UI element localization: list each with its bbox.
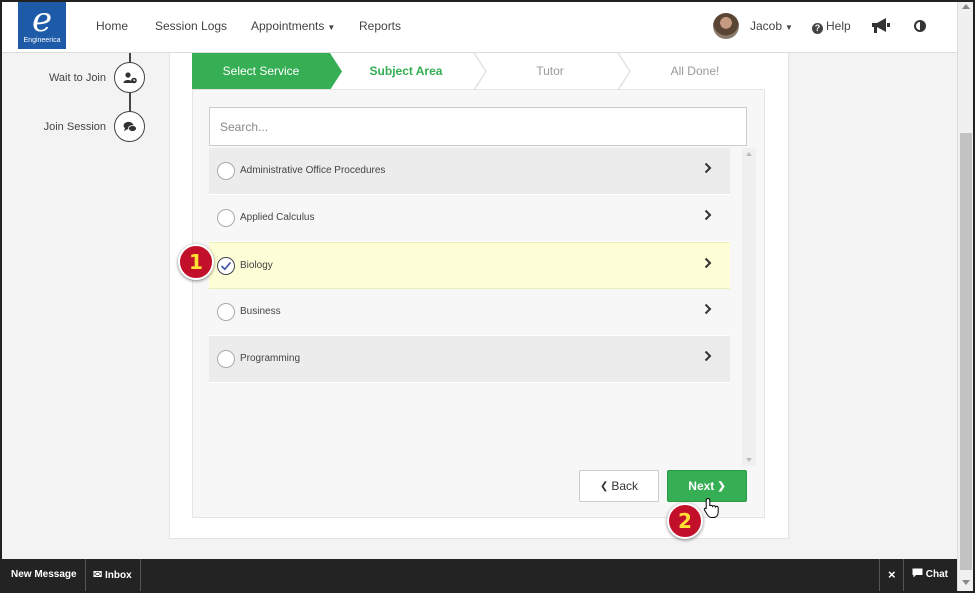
list-scrollbar[interactable]	[742, 148, 756, 466]
envelope-icon: ✉	[93, 569, 103, 581]
caret-down-icon: ▼	[327, 23, 336, 32]
contrast-icon[interactable]	[914, 20, 926, 32]
user-avatar[interactable]	[713, 13, 739, 39]
subject-list: Administrative Office Procedures Applied…	[209, 148, 730, 383]
chevron-left-icon: ❮	[599, 480, 609, 492]
tab-subject-area[interactable]: Subject Area	[342, 53, 470, 90]
inbox-label: Inbox	[105, 570, 132, 581]
radio-button-checked[interactable]	[217, 257, 235, 275]
logo-text: Engineerica	[23, 37, 61, 44]
radio-button[interactable]	[217, 162, 235, 180]
logo-glyph: e	[31, 0, 53, 40]
callout-badge-1: 1	[178, 244, 214, 280]
caret-down-icon: ▼	[785, 23, 793, 32]
step-connector	[129, 93, 131, 111]
nav-session-logs[interactable]: Session Logs	[155, 19, 227, 33]
subject-label: Business	[240, 306, 281, 317]
help-link[interactable]: ? Help	[812, 19, 851, 34]
scroll-down-icon[interactable]	[746, 458, 752, 462]
search-input[interactable]	[209, 107, 747, 146]
nav-appointments[interactable]: Appointments ▼	[251, 19, 335, 33]
chevron-right-icon	[704, 303, 712, 315]
step-label-join: Join Session	[43, 121, 106, 133]
subject-label: Applied Calculus	[240, 212, 315, 223]
subject-label: Biology	[240, 260, 273, 271]
close-icon: ×	[888, 567, 896, 582]
next-label: Next	[688, 479, 715, 493]
back-button[interactable]: ❮ Back	[579, 470, 659, 502]
user-menu[interactable]: Jacob ▼	[750, 19, 793, 33]
scroll-thumb[interactable]	[960, 133, 972, 570]
radio-button[interactable]	[217, 209, 235, 227]
tab-all-done: All Done!	[670, 64, 720, 78]
new-message-button[interactable]: New Message	[3, 559, 86, 591]
list-item[interactable]: Business	[209, 289, 730, 336]
callout-badge-2: 2	[667, 503, 703, 539]
scroll-up-icon[interactable]	[746, 152, 752, 156]
chevron-right-icon	[704, 209, 712, 221]
checkmark-icon	[220, 261, 232, 271]
subject-label: Programming	[240, 353, 301, 364]
tab-select-service[interactable]: Select Service	[192, 53, 330, 90]
logo[interactable]: e Engineerica	[18, 2, 66, 49]
nav-home[interactable]: Home	[96, 19, 128, 33]
nav-appointments-label: Appointments	[251, 19, 325, 33]
chat-bubbles-icon	[114, 111, 145, 142]
list-item-selected[interactable]: Biology	[209, 242, 730, 289]
radio-button[interactable]	[217, 303, 235, 321]
chevron-right-icon	[704, 257, 712, 269]
chevron-right-icon: ❯	[717, 480, 726, 492]
list-item[interactable]: Administrative Office Procedures	[209, 148, 730, 195]
chevron-right-icon	[704, 162, 712, 174]
user-name: Jacob	[750, 19, 783, 33]
list-item[interactable]: Programming	[209, 336, 730, 383]
top-navbar: e Engineerica Home Session Logs Appointm…	[0, 0, 957, 53]
hand-cursor-icon	[703, 497, 719, 518]
chevron-right-icon	[704, 350, 712, 362]
help-icon: ?	[812, 23, 823, 34]
bottom-bar: New Message ✉ Inbox × Chat	[0, 559, 957, 591]
chat-button[interactable]: Chat	[903, 559, 956, 591]
page-scrollbar[interactable]	[957, 0, 973, 591]
megaphone-icon[interactable]	[871, 17, 891, 35]
step-label-wait: Wait to Join	[48, 72, 106, 84]
tab-tutor: Tutor	[536, 64, 564, 78]
scroll-down-icon[interactable]	[962, 580, 970, 585]
chat-icon	[912, 568, 923, 578]
help-label: Help	[826, 19, 851, 33]
back-label: Back	[611, 479, 639, 493]
inbox-button[interactable]: ✉ Inbox	[85, 559, 141, 591]
chat-label: Chat	[925, 569, 949, 580]
close-chat-button[interactable]: ×	[879, 559, 904, 591]
nav-reports[interactable]: Reports	[359, 19, 401, 33]
scroll-up-icon[interactable]	[962, 4, 970, 9]
subject-label: Administrative Office Procedures	[240, 165, 386, 176]
radio-button[interactable]	[217, 350, 235, 368]
list-item[interactable]: Applied Calculus	[209, 195, 730, 242]
user-clock-icon	[114, 62, 145, 93]
wizard-steps: Select Service Subject Area Tutor All Do…	[192, 53, 765, 90]
